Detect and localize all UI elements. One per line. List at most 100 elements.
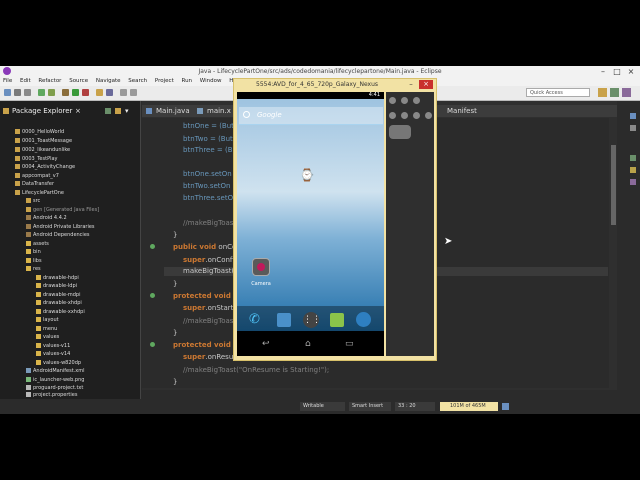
emulator-minimize-button[interactable]: –	[405, 80, 417, 89]
override-marker-icon[interactable]	[150, 293, 155, 298]
avd-manager-icon[interactable]	[48, 89, 55, 96]
tree-item[interactable]: 0004_ActivityChange	[15, 163, 75, 171]
tree-item[interactable]: src	[26, 197, 40, 205]
tree-item[interactable]: libs	[26, 257, 42, 265]
run-icon[interactable]	[72, 89, 79, 96]
tree-item[interactable]: menu	[36, 325, 57, 333]
tree-item[interactable]: drawable-hdpi	[36, 274, 79, 282]
console-view-icon[interactable]	[630, 179, 636, 185]
close-button[interactable]: ×	[624, 66, 638, 77]
google-search-bar[interactable]: Google	[239, 107, 383, 125]
quick-access-input[interactable]: Quick Access	[526, 88, 590, 97]
tree-item[interactable]: ic_launcher-web.png	[26, 376, 84, 384]
tab-android-manifest[interactable]: Manifest	[447, 105, 477, 117]
analog-clock-widget[interactable]: ⌚	[288, 168, 326, 186]
editor-scrollbar[interactable]	[611, 145, 616, 225]
tree-item[interactable]: DataTransfer	[15, 180, 54, 188]
override-marker-icon[interactable]	[150, 342, 155, 347]
external-tools-icon[interactable]	[82, 89, 89, 96]
override-marker-icon[interactable]	[150, 244, 155, 249]
tree-item[interactable]: LifecyclePartOne	[15, 189, 64, 197]
tab-main-xml[interactable]: main.x	[197, 105, 231, 117]
menu-navigate[interactable]: Navigate	[96, 78, 121, 84]
tree-item[interactable]: AndroidManifest.xml	[26, 367, 84, 375]
messaging-icon[interactable]	[330, 313, 344, 327]
tree-item[interactable]: 0000_HelloWorld	[15, 128, 64, 136]
volume-up-button[interactable]	[413, 97, 420, 104]
emulator-close-button[interactable]: ×	[419, 80, 433, 89]
code-line: //makeBigToas	[183, 219, 234, 227]
tree-item[interactable]: values-w820dp	[36, 359, 81, 367]
home-button[interactable]	[389, 112, 396, 119]
phone-icon[interactable]: ✆	[249, 312, 263, 328]
tree-item[interactable]: Android Dependencies	[26, 231, 90, 239]
maximize-button[interactable]: □	[610, 66, 624, 77]
garbage-collect-icon[interactable]	[502, 403, 509, 410]
menu-search[interactable]: Search	[128, 78, 147, 84]
menu-project[interactable]: Project	[155, 78, 174, 84]
open-type-icon[interactable]	[96, 89, 103, 96]
menu-refactor[interactable]: Refactor	[38, 78, 61, 84]
package-explorer-tab[interactable]: Package Explorer × ▾	[0, 105, 138, 117]
perspective-ddms-icon[interactable]	[610, 88, 619, 97]
camera-app-icon[interactable]	[252, 258, 270, 276]
task-list-icon[interactable]	[630, 125, 636, 131]
tree-item[interactable]: layout	[36, 316, 59, 324]
tree-item[interactable]: drawable-ldpi	[36, 282, 77, 290]
search-icon[interactable]	[106, 89, 113, 96]
minimize-button[interactable]: –	[596, 66, 610, 77]
tree-item[interactable]: drawable-xxhdpi	[36, 308, 85, 316]
recent-apps-icon[interactable]: ▭	[345, 339, 354, 349]
perspective-java-icon[interactable]	[598, 88, 607, 97]
menu-source[interactable]: Source	[69, 78, 88, 84]
tree-item[interactable]: 0003_TestPlay	[15, 155, 58, 163]
javadoc-view-icon[interactable]	[630, 167, 636, 173]
tree-item[interactable]: assets	[26, 240, 49, 248]
perspective-debug-icon[interactable]	[622, 88, 631, 97]
back-icon[interactable]: ↩	[262, 339, 270, 349]
debug-icon[interactable]	[62, 89, 69, 96]
tree-item[interactable]: bin	[26, 248, 41, 256]
back-icon[interactable]	[120, 89, 127, 96]
tree-item[interactable]: 0001_ToastMessage	[15, 137, 72, 145]
save-icon[interactable]	[14, 89, 21, 96]
tree-item[interactable]: values	[36, 333, 59, 341]
problems-view-icon[interactable]	[630, 155, 636, 161]
print-icon[interactable]	[24, 89, 31, 96]
close-view-icon[interactable]: ×	[75, 105, 81, 117]
camera-button[interactable]	[389, 97, 396, 104]
tree-item[interactable]: res	[26, 265, 41, 273]
search-button[interactable]	[425, 112, 432, 119]
tree-item[interactable]: gen [Generated Java Files]	[26, 206, 99, 214]
tree-item[interactable]: values-v11	[36, 342, 70, 350]
dpad-control[interactable]	[389, 125, 411, 139]
menu-button[interactable]	[401, 112, 408, 119]
tree-item[interactable]: values-v14	[36, 350, 70, 358]
volume-down-button[interactable]	[401, 97, 408, 104]
menu-run[interactable]: Run	[182, 78, 193, 84]
view-menu-icon[interactable]: ▾	[125, 105, 129, 117]
tree-item[interactable]: drawable-mdpi	[36, 291, 81, 299]
android-sdk-icon[interactable]	[38, 89, 45, 96]
tree-item[interactable]: Android Private Libraries	[26, 223, 95, 231]
menu-window[interactable]: Window	[200, 78, 222, 84]
forward-icon[interactable]	[130, 89, 137, 96]
browser-icon[interactable]	[356, 312, 371, 327]
link-with-editor-icon[interactable]	[115, 108, 121, 114]
all-apps-icon[interactable]: ⋮⋮	[303, 312, 321, 328]
new-icon[interactable]	[4, 89, 11, 96]
tab-main-java[interactable]: Main.java	[146, 105, 190, 117]
menu-edit[interactable]: Edit	[20, 78, 31, 84]
back-button[interactable]	[413, 112, 420, 119]
tree-item[interactable]: 0002_likeandunlike	[15, 146, 70, 154]
collapse-all-icon[interactable]	[105, 108, 111, 114]
tree-item[interactable]: appcompat_v7	[15, 172, 59, 180]
contacts-icon[interactable]	[277, 313, 291, 327]
tree-item[interactable]: Android 4.4.2	[26, 214, 67, 222]
home-icon[interactable]: ⌂	[305, 339, 311, 349]
tree-item[interactable]: drawable-xhdpi	[36, 299, 82, 307]
tree-item[interactable]: project.properties	[26, 391, 77, 399]
outline-view-icon[interactable]	[630, 113, 636, 119]
status-heap-memory[interactable]: 101M of 465M	[440, 402, 498, 411]
menu-file[interactable]: File	[3, 78, 12, 84]
